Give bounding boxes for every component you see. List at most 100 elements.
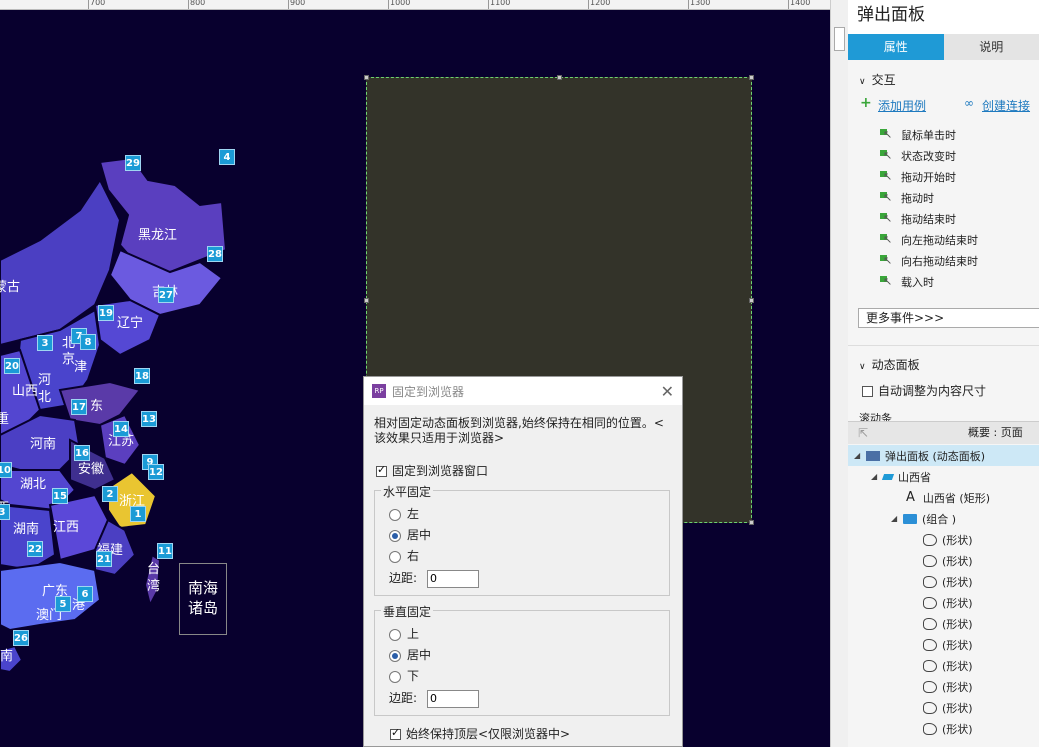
pin-checkbox-row[interactable]: 固定到浏览器窗口: [376, 462, 488, 479]
dialog-titlebar: RP 固定到浏览器: [364, 377, 682, 405]
map-marker[interactable]: 16: [74, 445, 90, 461]
tree-item-shape[interactable]: (形状): [848, 613, 1039, 634]
create-link-link[interactable]: 创建连接: [982, 97, 1030, 114]
ruler-label: 1300: [690, 0, 711, 7]
radio-left-button[interactable]: [389, 508, 401, 521]
tree-item-shape[interactable]: (形状): [848, 571, 1039, 592]
tree-item-shape[interactable]: (形状): [848, 529, 1039, 550]
dynamic-panel-section-header[interactable]: ∨ 动态面板: [859, 356, 920, 373]
map-marker[interactable]: 10: [0, 462, 12, 478]
event-item[interactable]: 拖动时: [880, 190, 934, 206]
map-marker[interactable]: 21: [96, 551, 112, 567]
tree-item-shape[interactable]: (形状): [848, 592, 1039, 613]
map-marker[interactable]: 3: [0, 504, 10, 520]
map-marker[interactable]: 26: [13, 630, 29, 646]
event-item[interactable]: 拖动开始时: [880, 169, 956, 185]
radio-bottom-button[interactable]: [389, 670, 401, 683]
event-item[interactable]: 鼠标单击时: [880, 127, 956, 143]
tree-item-popup-panel[interactable]: ◢ 弹出面板 (动态面板): [848, 445, 1039, 466]
resize-handle[interactable]: [749, 298, 754, 303]
tree-item-shape[interactable]: (形状): [848, 550, 1039, 571]
resize-handle[interactable]: [557, 75, 562, 80]
radio-hcenter[interactable]: 居中: [389, 526, 431, 543]
map-marker[interactable]: 27: [158, 287, 174, 303]
map-marker[interactable]: 14: [113, 421, 129, 437]
tree-item-shape[interactable]: (形状): [848, 634, 1039, 655]
radio-top[interactable]: 上: [389, 625, 419, 642]
map-marker[interactable]: 1: [130, 506, 146, 522]
map-label: 湖北: [20, 477, 47, 492]
map-marker[interactable]: 15: [52, 488, 68, 504]
map-marker[interactable]: 12: [148, 464, 164, 480]
caret-down-icon[interactable]: ◢: [854, 451, 866, 460]
plus-icon[interactable]: +: [860, 95, 872, 111]
map-marker[interactable]: 22: [27, 541, 43, 557]
event-item[interactable]: 状态改变时: [880, 148, 956, 164]
tree-item-shape[interactable]: (形状): [848, 718, 1039, 739]
always-top-checkbox[interactable]: [390, 726, 401, 740]
map-marker[interactable]: 5: [55, 596, 71, 612]
resize-handle[interactable]: [364, 75, 369, 80]
resize-handle[interactable]: [749, 520, 754, 525]
tree-item-shape[interactable]: (形状): [848, 655, 1039, 676]
radio-top-button[interactable]: [389, 628, 401, 641]
map-marker[interactable]: 8: [80, 334, 96, 350]
collapse-icon[interactable]: ⇱: [858, 422, 868, 444]
map-marker[interactable]: 19: [98, 305, 114, 321]
add-case-link[interactable]: 添加用例: [878, 97, 926, 114]
tree-item-shape[interactable]: (形状): [848, 676, 1039, 697]
event-label: 向左拖动结束时: [901, 234, 978, 247]
tree-item-shape[interactable]: (形状): [848, 697, 1039, 718]
tree-item-shanxi[interactable]: ◢ 山西省: [848, 466, 1039, 487]
resize-handle[interactable]: [364, 298, 369, 303]
tree-item-group[interactable]: ◢ (组合 ): [848, 508, 1039, 529]
map-marker[interactable]: 13: [141, 411, 157, 427]
always-top-row[interactable]: 始终保持顶层<仅限浏览器中>: [390, 725, 570, 742]
interaction-header-label: 交互: [871, 73, 896, 87]
map-marker[interactable]: 17: [71, 399, 87, 415]
canvas-scrollbar[interactable]: [830, 0, 848, 747]
sea-label: 诸岛: [187, 599, 218, 617]
pin-checkbox[interactable]: [376, 463, 387, 477]
vertical-margin-row: 边距:: [389, 689, 480, 708]
horizontal-margin-input[interactable]: [427, 569, 480, 588]
dynamic-panel-icon: [866, 450, 880, 461]
event-icon: [880, 275, 892, 288]
scrollbar-thumb[interactable]: [834, 27, 845, 51]
ruler-label: 1200: [590, 0, 611, 7]
caret-down-icon[interactable]: ◢: [891, 514, 903, 523]
close-icon[interactable]: ✕: [661, 382, 674, 401]
event-item[interactable]: 载入时: [880, 274, 934, 290]
event-item[interactable]: 向左拖动结束时: [880, 232, 978, 248]
map-label: 津: [74, 360, 88, 375]
map-marker[interactable]: 11: [157, 543, 173, 559]
radio-right-button[interactable]: [389, 550, 401, 563]
vertical-margin-input[interactable]: [427, 689, 480, 708]
tab-notes[interactable]: 说明: [943, 34, 1039, 60]
radio-vcenter[interactable]: 居中: [389, 646, 431, 663]
interaction-section-header[interactable]: ∨ 交互: [859, 71, 896, 88]
radio-bottom[interactable]: 下: [389, 667, 419, 684]
map-marker[interactable]: 28: [207, 246, 223, 262]
horizontal-ruler: 700 800 900 1000 1100 1200 1300 1400: [0, 0, 830, 10]
map-marker[interactable]: 6: [77, 586, 93, 602]
more-events-dropdown[interactable]: 更多事件>>>: [858, 308, 1039, 328]
link-icon[interactable]: ∞: [964, 96, 974, 110]
radio-hcenter-button[interactable]: [389, 529, 401, 542]
map-marker[interactable]: 18: [134, 368, 150, 384]
event-item[interactable]: 向右拖动结束时: [880, 253, 978, 269]
map-marker[interactable]: 20: [4, 358, 20, 374]
radio-right[interactable]: 右: [389, 547, 419, 564]
auto-fit-row[interactable]: 自动调整为内容尺寸: [862, 382, 986, 399]
map-marker[interactable]: 29: [125, 155, 141, 171]
resize-handle[interactable]: [749, 75, 754, 80]
map-marker[interactable]: 2: [102, 486, 118, 502]
radio-vcenter-button[interactable]: [389, 649, 401, 662]
tree-item-shanxi-rect[interactable]: A 山西省 (矩形): [848, 487, 1039, 508]
tab-properties[interactable]: 属性: [848, 34, 944, 60]
map-marker[interactable]: 4: [219, 149, 235, 165]
auto-fit-checkbox[interactable]: [862, 386, 873, 397]
radio-left[interactable]: 左: [389, 505, 419, 522]
event-item[interactable]: 拖动结束时: [880, 211, 956, 227]
map-marker[interactable]: 3: [37, 335, 53, 351]
